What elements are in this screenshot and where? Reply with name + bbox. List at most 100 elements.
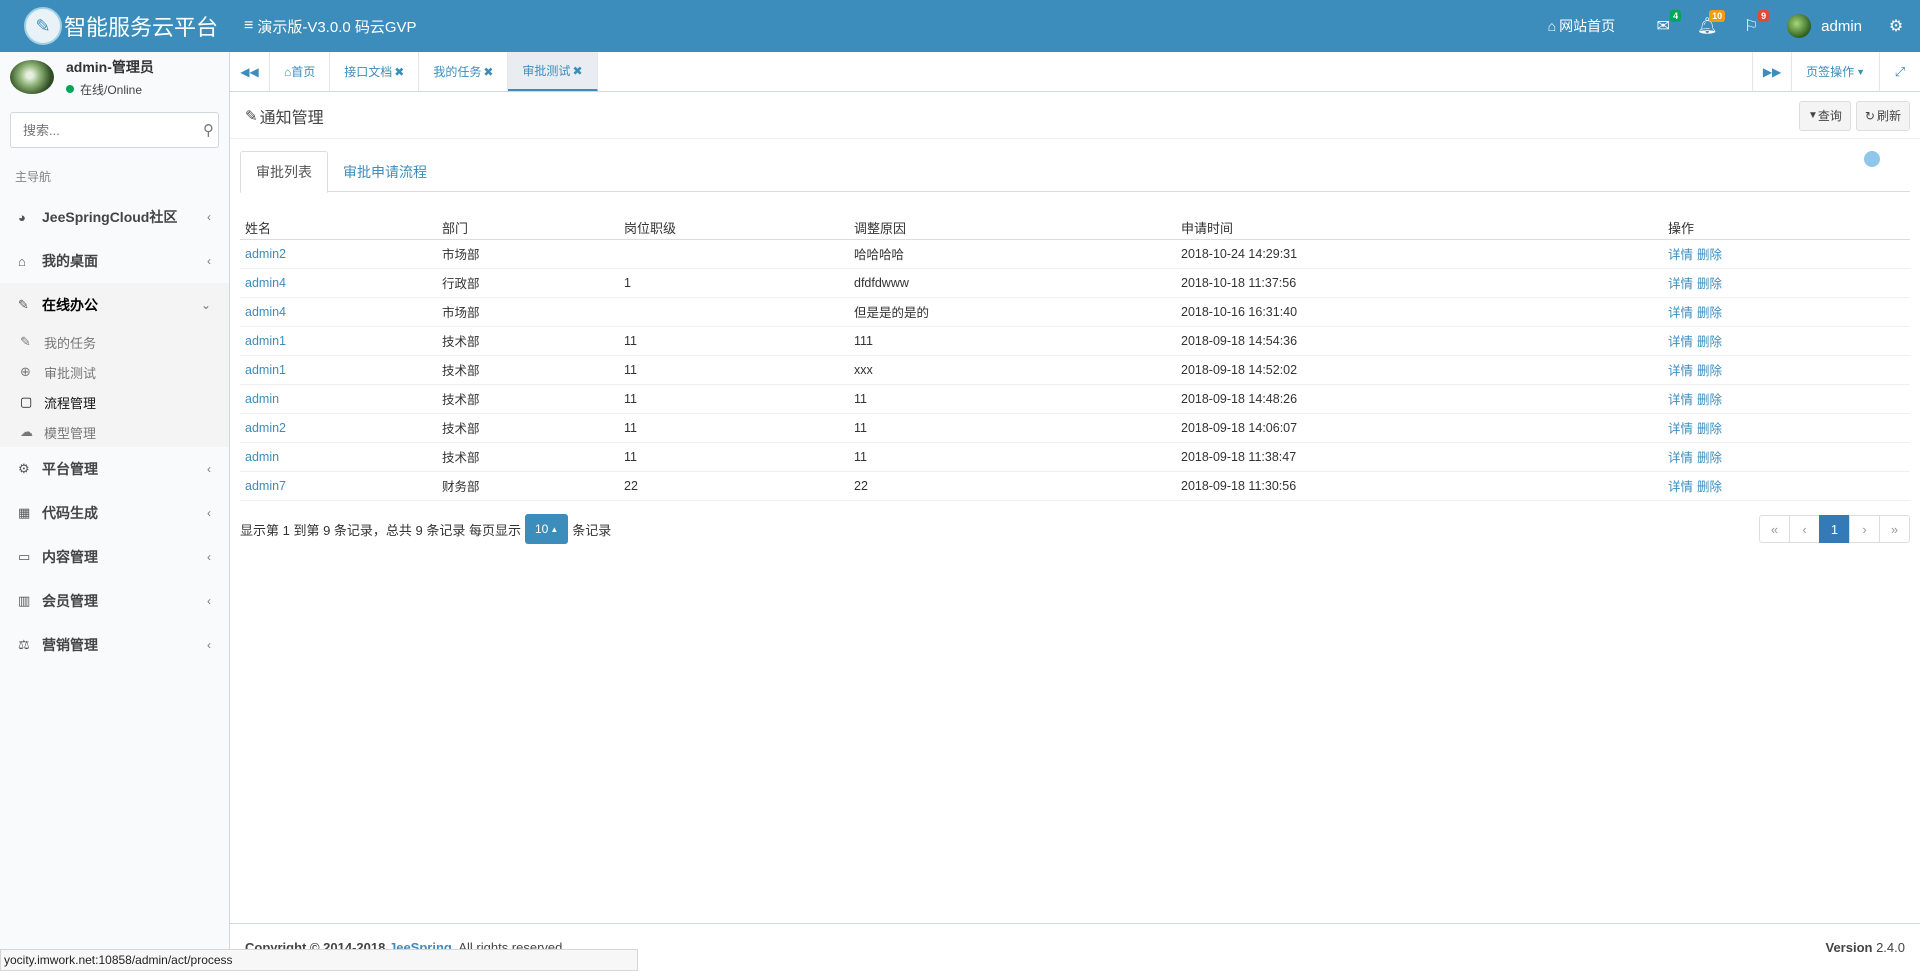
sidebar-subitem-process[interactable]: ▢ 流程管理: [0, 387, 229, 417]
fullscreen-button[interactable]: ⤢: [1880, 52, 1920, 91]
cell-level: [619, 297, 849, 327]
table-row[interactable]: admin2 市场部 哈哈哈哈 2018-10-24 14:29:31 详情 删除: [240, 239, 1910, 269]
sidebar-search: ⚲: [10, 112, 219, 148]
delete-link[interactable]: 删除: [1697, 277, 1722, 291]
delete-link[interactable]: 删除: [1697, 248, 1722, 262]
column-header-level[interactable]: 岗位职级: [619, 217, 849, 240]
page-tab-label: 接口文档: [344, 65, 393, 79]
detail-link[interactable]: 详情: [1668, 480, 1693, 494]
logo[interactable]: ✎ 智能服务云平台: [0, 0, 230, 52]
logo-text: 智能服务云平台: [64, 15, 219, 40]
table-row[interactable]: admin 技术部 11 11 2018-09-18 11:38:47 详情 删除: [240, 442, 1910, 472]
close-icon[interactable]: ✖: [572, 64, 582, 78]
delete-link[interactable]: 删除: [1697, 393, 1722, 407]
sidebar-toggle[interactable]: ≡ 演示版-V3.0.0 码云GVP: [244, 16, 417, 37]
first-page-button[interactable]: «: [1759, 515, 1790, 543]
tab-approval-process[interactable]: 审批申请流程: [328, 151, 442, 192]
table-row[interactable]: admin 技术部 11 11 2018-09-18 14:48:26 详情 删除: [240, 384, 1910, 414]
notifications-button[interactable]: 🔔︎ 10: [1685, 0, 1729, 52]
page-button-1[interactable]: 1: [1819, 515, 1850, 543]
edit-icon: ✎: [245, 107, 258, 125]
settings-button[interactable]: ⚙: [1872, 16, 1920, 36]
column-header-reason[interactable]: 调整原因: [849, 217, 1176, 240]
delete-link[interactable]: 删除: [1697, 306, 1722, 320]
cell-name[interactable]: admin: [240, 442, 437, 472]
page-tab-home[interactable]: ⌂ 首页: [270, 52, 331, 91]
sidebar-item-office[interactable]: ✎ 在线办公 ⌄: [0, 283, 229, 327]
delete-link[interactable]: 删除: [1697, 480, 1722, 494]
detail-link[interactable]: 详情: [1668, 277, 1693, 291]
cell-level: 11: [619, 355, 849, 385]
detail-link[interactable]: 详情: [1668, 451, 1693, 465]
sidebar-item-platform[interactable]: ⚙ 平台管理 ‹: [0, 447, 229, 491]
page-size-dropdown[interactable]: 10 ▲: [524, 514, 569, 544]
delete-link[interactable]: 删除: [1697, 422, 1722, 436]
cell-name[interactable]: admin: [240, 384, 437, 414]
last-page-button[interactable]: »: [1879, 515, 1910, 543]
table-row[interactable]: admin2 技术部 11 11 2018-09-18 14:06:07 详情 删除: [240, 413, 1910, 443]
cell-name[interactable]: admin2: [240, 239, 437, 269]
mail-button[interactable]: ✉ 4: [1641, 0, 1685, 52]
sidebar-item-label: 内容管理: [42, 549, 98, 565]
tabs-scroll-left-button[interactable]: ◀◀: [230, 52, 270, 91]
delete-link[interactable]: 删除: [1697, 335, 1722, 349]
cell-name[interactable]: admin1: [240, 355, 437, 385]
page-tab-approval-test[interactable]: 审批测试 ✖: [508, 52, 598, 91]
page-tab-my-tasks[interactable]: 我的任务 ✖: [419, 52, 509, 91]
sidebar-subitem-approval-test[interactable]: ⊕ 审批测试: [0, 357, 229, 387]
close-icon[interactable]: ✖: [483, 65, 493, 79]
user-menu[interactable]: admin: [1787, 14, 1862, 38]
detail-link[interactable]: 详情: [1668, 335, 1693, 349]
sidebar-subitem-my-tasks[interactable]: ✎ 我的任务: [0, 327, 229, 357]
column-header-time[interactable]: 申请时间: [1176, 217, 1663, 240]
search-icon[interactable]: ⚲: [199, 121, 218, 139]
sidebar-item-community[interactable]: ◕ JeeSpringCloud社区 ‹: [0, 195, 229, 239]
column-header-name[interactable]: 姓名: [240, 217, 437, 240]
page-actions-dropdown[interactable]: 页签操作 ▼: [1792, 52, 1880, 91]
sidebar-item-desktop[interactable]: ⌂ 我的桌面 ‹: [0, 239, 229, 283]
sidebar-item-members[interactable]: ▥ 会员管理 ‹: [0, 579, 229, 623]
site-home-link[interactable]: ⌂ 网站首页: [1548, 16, 1615, 36]
search-input[interactable]: [11, 114, 199, 146]
detail-link[interactable]: 详情: [1668, 393, 1693, 407]
delete-link[interactable]: 删除: [1697, 364, 1722, 378]
prev-page-button[interactable]: ‹: [1789, 515, 1820, 543]
detail-link[interactable]: 详情: [1668, 364, 1693, 378]
tabs-scroll-right-button[interactable]: ▶▶: [1752, 52, 1793, 91]
user-status-label: 在线/Online: [80, 82, 143, 97]
delete-link[interactable]: 删除: [1697, 451, 1722, 465]
tab-approval-list[interactable]: 审批列表: [240, 151, 328, 193]
cell-name[interactable]: admin2: [240, 413, 437, 443]
next-page-button[interactable]: ›: [1849, 515, 1880, 543]
sidebar-subitem-model[interactable]: ☁ 模型管理: [0, 417, 229, 447]
close-icon[interactable]: ✖: [394, 65, 404, 79]
cell-name[interactable]: admin4: [240, 297, 437, 327]
table-row[interactable]: admin4 行政部 1 dfdfdwww 2018-10-18 11:37:56 详情删…: [240, 268, 1910, 298]
detail-link[interactable]: 详情: [1668, 248, 1693, 262]
sidebar-item-content[interactable]: ▭ 内容管理 ‹: [0, 535, 229, 579]
chevron-left-icon: ‹: [207, 210, 211, 224]
table-row[interactable]: admin4 市场部 但是是的是的 2018-10-16 16:31:40 详情 删除: [240, 297, 1910, 327]
cell-name[interactable]: admin4: [240, 268, 437, 298]
pagination-bar: 显示第 1 到第 9 条记录，总共 9 条记录 每页显示 10 ▲ 条记录 « …: [240, 514, 1910, 544]
detail-link[interactable]: 详情: [1668, 422, 1693, 436]
detail-link[interactable]: 详情: [1668, 306, 1693, 320]
table-row[interactable]: admin1 技术部 11 111 2018-09-18 14:54:36 详情 删除: [240, 326, 1910, 356]
user-panel: admin-管理员 在线/Online: [0, 52, 229, 102]
cell-name[interactable]: admin7: [240, 471, 437, 501]
refresh-button[interactable]: ↻ 刷新: [1855, 100, 1910, 131]
table-row[interactable]: admin7 财务部 22 22 2018-09-18 11:30:56 详情 删除: [240, 471, 1910, 501]
column-header-dept[interactable]: 部门: [437, 217, 619, 240]
sidebar-item-marketing[interactable]: ⚖ 营销管理 ‹: [0, 623, 229, 667]
chevron-left-icon: ‹: [207, 550, 211, 564]
query-button[interactable]: ▼ 查询: [1799, 100, 1851, 131]
filter-icon: ▼: [1808, 110, 1818, 121]
cell-name[interactable]: admin1: [240, 326, 437, 356]
table-row[interactable]: admin1 技术部 11 xxx 2018-09-18 14:52:02 详情 删除: [240, 355, 1910, 385]
tasks-button[interactable]: ⚐ 9: [1729, 0, 1773, 52]
cell-level: 22: [619, 471, 849, 501]
sidebar-item-codegen[interactable]: ▦ 代码生成 ‹: [0, 491, 229, 535]
page-tab-api-docs[interactable]: 接口文档 ✖: [330, 52, 420, 91]
cell-reason: 但是是的是的: [849, 297, 1176, 327]
logo-icon: ✎: [24, 7, 62, 45]
